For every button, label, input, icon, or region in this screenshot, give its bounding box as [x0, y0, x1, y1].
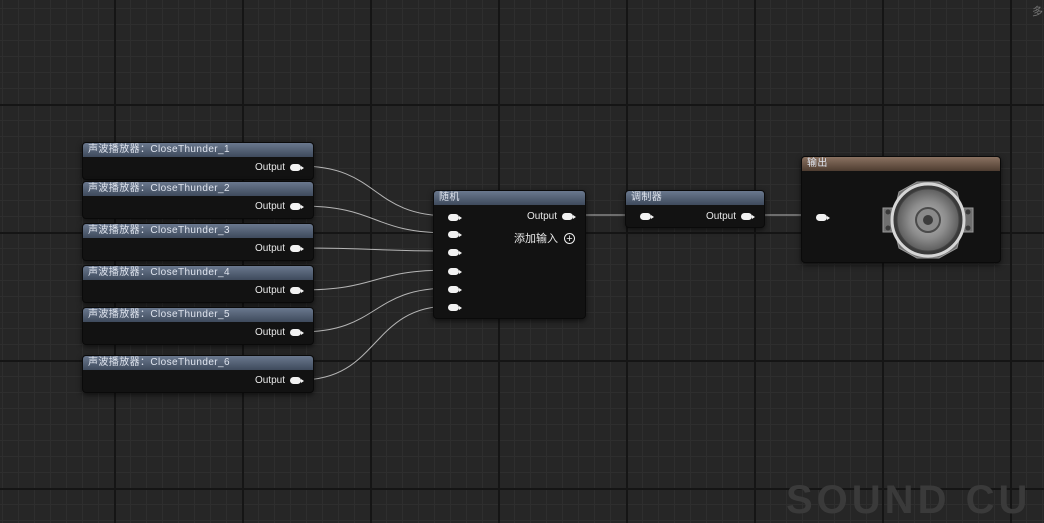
add-input-button[interactable]: 添加输入 + [514, 232, 575, 245]
output-pin-icon[interactable] [741, 212, 755, 220]
wire-player1-random [299, 165, 451, 217]
wave-player-title: 声波播放器：CloseThunder_4 [83, 266, 313, 280]
wave-player-title: 声波播放器：CloseThunder_6 [83, 356, 313, 370]
input-pin-2[interactable] [448, 228, 462, 240]
graph-watermark: SOUND CU [786, 478, 1032, 522]
output-pin-row[interactable]: Output [254, 242, 304, 254]
output-pin-row[interactable]: Output [526, 210, 576, 222]
wire-player6-random [299, 305, 451, 381]
output-node-title: 输出 [802, 157, 1000, 171]
random-node-title: 随机 [434, 191, 585, 205]
output-pin-label: Output [254, 200, 285, 212]
input-pin-6[interactable] [448, 301, 462, 313]
input-pin-icon[interactable] [448, 303, 462, 311]
input-pin-icon[interactable] [448, 230, 462, 238]
wave-player-title: 声波播放器：CloseThunder_5 [83, 308, 313, 322]
wave-player-node-4[interactable]: 声波播放器：CloseThunder_4 Output [82, 265, 314, 303]
modulator-node[interactable]: 调制器 Output [625, 190, 765, 228]
output-pin-row[interactable]: Output [254, 200, 304, 212]
wire-player4-random [299, 269, 451, 291]
output-pin-icon[interactable] [290, 328, 304, 336]
output-pin-icon[interactable] [290, 163, 304, 171]
input-pin-3[interactable] [448, 246, 462, 258]
input-pin-icon[interactable] [448, 267, 462, 275]
output-node[interactable]: 输出 [801, 156, 1001, 263]
speaker-icon [865, 178, 991, 262]
wave-player-node-3[interactable]: 声波播放器：CloseThunder_3 Output [82, 223, 314, 261]
output-pin-label: Output [254, 161, 285, 173]
add-input-label: 添加输入 [514, 233, 558, 245]
input-pin[interactable] [816, 211, 830, 223]
output-pin-row[interactable]: Output [254, 326, 304, 338]
modulator-node-title: 调制器 [626, 191, 764, 205]
output-pin-icon[interactable] [290, 202, 304, 210]
output-pin-label: Output [254, 242, 285, 254]
graph-canvas[interactable]: 声波播放器：CloseThunder_1 Output 声波播放器：CloseT… [0, 0, 1044, 522]
add-plus-icon[interactable]: + [564, 232, 575, 244]
output-pin-icon[interactable] [290, 244, 304, 252]
input-pin-icon[interactable] [448, 213, 462, 221]
output-pin-icon[interactable] [290, 286, 304, 294]
output-pin-label: Output [526, 210, 557, 222]
input-pin-icon[interactable] [640, 212, 654, 220]
output-pin-icon[interactable] [562, 212, 576, 220]
output-pin-row[interactable]: Output [254, 161, 304, 173]
wave-player-node-1[interactable]: 声波播放器：CloseThunder_1 Output [82, 142, 314, 180]
input-pin[interactable] [640, 210, 654, 222]
output-pin-label: Output [254, 284, 285, 296]
input-pin-5[interactable] [448, 283, 462, 295]
input-pin-1[interactable] [448, 211, 462, 223]
output-pin-row[interactable]: Output [254, 374, 304, 386]
input-pin-icon[interactable] [816, 213, 830, 221]
input-pin-4[interactable] [448, 265, 462, 277]
wire-player5-random [299, 287, 451, 333]
input-pin-icon[interactable] [448, 248, 462, 256]
output-pin-label: Output [705, 210, 736, 222]
output-pin-row[interactable]: Output [254, 284, 304, 296]
wave-player-node-5[interactable]: 声波播放器：CloseThunder_5 Output [82, 307, 314, 345]
output-pin-label: Output [254, 326, 285, 338]
wire-player3-random [299, 247, 451, 252]
output-pin-row[interactable]: Output [705, 210, 755, 222]
corner-label: 多 [1032, 6, 1043, 18]
output-pin-icon[interactable] [290, 376, 304, 384]
wire-player2-random [299, 205, 451, 234]
output-pin-label: Output [254, 374, 285, 386]
wave-player-title: 声波播放器：CloseThunder_2 [83, 182, 313, 196]
wave-player-node-6[interactable]: 声波播放器：CloseThunder_6 Output [82, 355, 314, 393]
wave-player-title: 声波播放器：CloseThunder_3 [83, 224, 313, 238]
input-pin-icon[interactable] [448, 285, 462, 293]
wave-player-node-2[interactable]: 声波播放器：CloseThunder_2 Output [82, 181, 314, 219]
random-node[interactable]: 随机 Output 添加输入 + [433, 190, 586, 319]
wave-player-title: 声波播放器：CloseThunder_1 [83, 143, 313, 157]
